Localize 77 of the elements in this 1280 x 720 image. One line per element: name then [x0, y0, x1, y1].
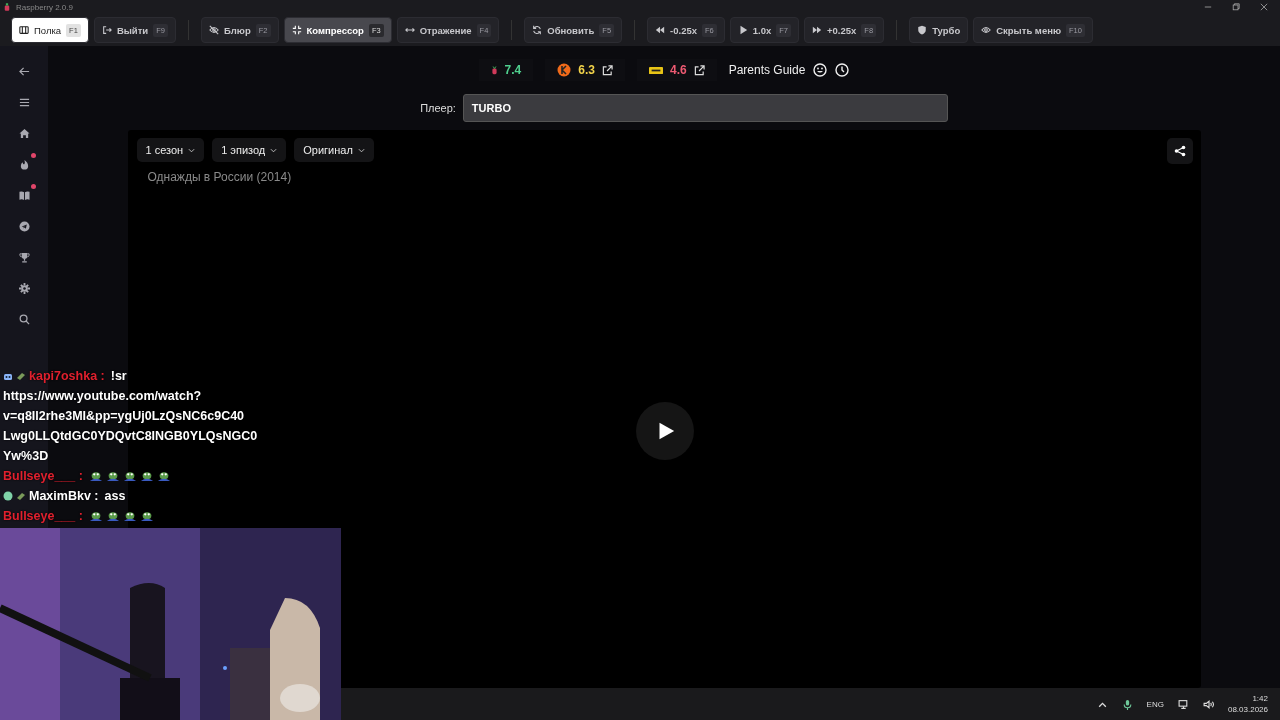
video-title: Однажды в России (2014): [147, 170, 293, 184]
chat-username: MaximBkv :: [29, 489, 99, 503]
eye-icon: [981, 25, 992, 35]
fire-icon: [18, 158, 30, 170]
chevron-icon: [188, 147, 196, 153]
frog-emote-icon: [139, 510, 154, 522]
frog-emote-icon: [88, 510, 103, 522]
face-badge-icon: [3, 491, 13, 501]
dropdown[interactable]: 1 сезон: [136, 138, 205, 162]
tomato-icon: [490, 65, 498, 75]
frog-emote-icon: [122, 510, 137, 522]
frog-emote-icon: [156, 470, 171, 482]
refresh-icon: [532, 25, 543, 35]
blur-icon: [208, 25, 219, 35]
volume-icon[interactable]: [1202, 698, 1214, 710]
clock-icon[interactable]: [835, 63, 850, 77]
shelf-icon: [19, 25, 29, 35]
mirror-icon: [404, 25, 415, 35]
exit-icon: [101, 25, 112, 35]
raspberry-icon: [4, 3, 10, 11]
share-button[interactable]: [1166, 138, 1193, 164]
share-icon: [1173, 145, 1186, 157]
chat-message: ass: [104, 489, 126, 503]
book-icon: [18, 189, 30, 201]
chat-message: !sr: [110, 369, 127, 383]
parents-guide-link[interactable]: Parents Guide: [728, 63, 806, 77]
clock-time: 1:42: [1252, 694, 1268, 703]
frog-emote-icon: [105, 510, 120, 522]
search-icon: [18, 313, 30, 325]
chevron-icon: [357, 147, 365, 153]
telegram-icon: [18, 220, 30, 232]
player-label: Плеер:: [420, 102, 456, 114]
frog-emote-icon: [139, 470, 154, 482]
external-link-icon[interactable]: [602, 64, 613, 76]
rewind-icon: [655, 25, 666, 35]
chat-username: Bullseye___ :: [3, 509, 83, 523]
toolbar-button[interactable]: Турбо: [909, 17, 969, 43]
frog-emote-icon: [122, 470, 137, 482]
notification-dot: [31, 184, 36, 189]
smiley-icon[interactable]: [813, 63, 828, 77]
chat-message: https://www.youtube.com/watch?: [3, 388, 203, 404]
external-link-icon[interactable]: [693, 64, 705, 76]
chat-username: kapi7oshka :: [29, 369, 105, 383]
clock-date: 08.03.2026: [1227, 705, 1268, 714]
rating-value: 7.4: [504, 63, 522, 77]
restore-icon[interactable]: [1232, 3, 1240, 11]
dropdown[interactable]: 1 эпизод: [212, 138, 287, 162]
chat-username: Bullseye___ :: [3, 469, 83, 483]
frog-emote-icon: [88, 470, 103, 482]
compress-icon: [291, 25, 302, 35]
chat-message: Lwg0LLQtdGC0YDQvtC8INGB0YLQsNGC0: [3, 428, 258, 444]
dropdown[interactable]: Оригинал: [294, 138, 374, 162]
home-icon: [18, 127, 30, 139]
network-icon[interactable]: [1177, 698, 1189, 710]
robot-badge-icon: [3, 371, 13, 381]
chat-message: Yw%3D: [3, 448, 50, 464]
frog-emote-icon: [105, 470, 120, 482]
back-icon: [18, 65, 30, 77]
trophy-icon: [18, 251, 30, 263]
microphone-icon[interactable]: [1121, 698, 1133, 710]
chat-message: v=q8Il2rhe3MI&pp=ygUj0LzQsNC6c9C40: [3, 408, 246, 424]
notification-dot: [31, 153, 36, 158]
chevron-icon: [270, 147, 278, 153]
rating-value: 4.6: [670, 63, 687, 77]
language-indicator[interactable]: ENG: [1146, 699, 1164, 709]
shield-icon: [917, 25, 928, 35]
rating-badge-icon: [649, 65, 663, 75]
menu-icon: [18, 96, 30, 108]
player-field[interactable]: TURBO: [462, 94, 948, 122]
settings-icon: [18, 282, 30, 294]
close-icon[interactable]: [1260, 3, 1268, 11]
gem-badge-icon: [16, 491, 26, 501]
rating-value: 6.3: [578, 63, 595, 77]
window-title: Raspberry 2.0.9: [16, 2, 73, 12]
gem-badge-icon: [16, 371, 26, 381]
logo-icon: [557, 63, 572, 77]
forward-icon: [812, 25, 823, 35]
